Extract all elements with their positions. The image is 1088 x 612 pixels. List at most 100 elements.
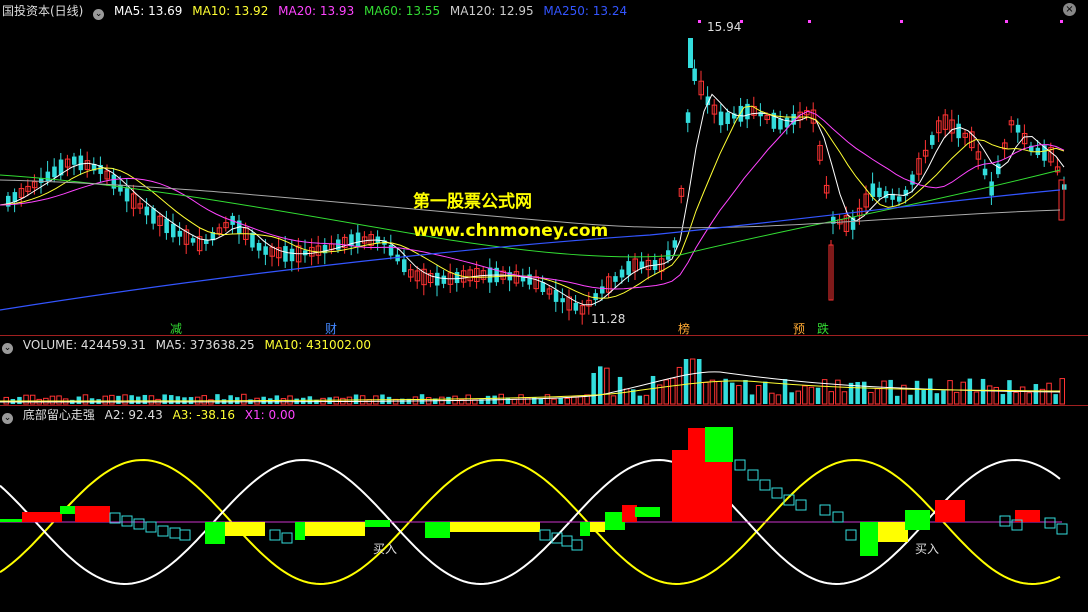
volume-bar bbox=[102, 395, 108, 405]
event-tag-fall[interactable]: 跌 bbox=[817, 320, 829, 337]
candle-body bbox=[666, 250, 671, 260]
volume-bar bbox=[973, 391, 980, 405]
volume-bar bbox=[947, 380, 953, 405]
ma5-line bbox=[0, 93, 1065, 306]
candle-body bbox=[171, 223, 176, 238]
volume-bar bbox=[670, 377, 676, 405]
candle-body bbox=[388, 244, 394, 256]
candle-body bbox=[600, 286, 605, 294]
candle-body bbox=[303, 250, 308, 256]
volume-bar bbox=[960, 381, 966, 405]
volume-bar bbox=[538, 398, 544, 404]
candle-body bbox=[256, 242, 262, 251]
indicator-bar bbox=[590, 522, 605, 532]
indicator-outline-bar bbox=[1044, 517, 1056, 529]
volume-bar bbox=[815, 387, 821, 404]
chart-canvas[interactable] bbox=[0, 0, 1088, 612]
candle-body bbox=[593, 293, 598, 301]
indicator-bar bbox=[225, 522, 265, 536]
ma10-line bbox=[0, 105, 1065, 299]
indicator-outline-bar bbox=[759, 479, 771, 491]
indicator-bar bbox=[0, 519, 22, 522]
candle-body bbox=[283, 246, 288, 262]
volume-bar bbox=[697, 359, 702, 404]
indicator-outline-bar bbox=[145, 521, 157, 533]
volume-bar bbox=[571, 396, 577, 405]
signal-dot bbox=[1060, 20, 1063, 23]
candle-body bbox=[441, 275, 447, 284]
indicator-outline-bar bbox=[561, 535, 573, 547]
candle-body bbox=[619, 269, 625, 278]
candle-body bbox=[688, 38, 693, 68]
volume-bar bbox=[683, 359, 689, 404]
indicator-bar bbox=[75, 506, 110, 522]
indicator-bar bbox=[635, 507, 660, 517]
volume-bar bbox=[934, 393, 940, 404]
volume-bar bbox=[808, 386, 815, 405]
volume-bar bbox=[228, 395, 233, 404]
volume-bar bbox=[921, 389, 926, 404]
candle-body bbox=[1015, 124, 1021, 133]
signal-dot bbox=[698, 20, 701, 23]
indicator-bar bbox=[580, 522, 590, 536]
volume-bar bbox=[23, 394, 29, 405]
volume-bar bbox=[241, 393, 247, 405]
volume-bar bbox=[980, 378, 986, 404]
event-tag-reduce[interactable]: 减 bbox=[170, 320, 182, 337]
indicator-outline-bar bbox=[133, 518, 145, 530]
candle-body bbox=[177, 230, 183, 237]
volume-bar bbox=[736, 385, 742, 405]
volume-bar bbox=[881, 380, 887, 405]
volume-bar bbox=[76, 396, 82, 404]
indicator-bar bbox=[622, 505, 637, 522]
volume-bar bbox=[201, 395, 207, 405]
event-tag-list[interactable]: 榜 bbox=[678, 320, 690, 337]
volume-bar bbox=[663, 379, 669, 405]
volume-bar bbox=[49, 395, 56, 405]
signal-dot bbox=[900, 20, 903, 23]
indicator-outline-bar bbox=[157, 525, 169, 537]
candle-body bbox=[144, 206, 150, 216]
volume-bar bbox=[564, 397, 570, 405]
candle-body bbox=[263, 246, 268, 255]
volume-bar bbox=[551, 398, 557, 405]
volume-bar bbox=[650, 375, 656, 404]
volume-bar bbox=[116, 395, 121, 404]
ma20-line bbox=[0, 110, 1065, 290]
candle-body bbox=[725, 112, 730, 124]
volume-bar bbox=[828, 391, 834, 405]
candle-body bbox=[996, 163, 1001, 175]
candle-body bbox=[72, 156, 77, 165]
volume-bar bbox=[986, 385, 993, 405]
event-tag-forecast[interactable]: 预 bbox=[793, 320, 805, 337]
volume-bar bbox=[175, 396, 181, 404]
volume-bar bbox=[558, 397, 563, 404]
volume-bar bbox=[749, 394, 755, 404]
buy-signal-label: 买入 bbox=[915, 542, 940, 556]
volume-bar bbox=[1019, 386, 1026, 405]
candle-body bbox=[250, 232, 255, 248]
volume-bar bbox=[841, 391, 848, 405]
signal-dot bbox=[808, 20, 811, 23]
indicator-outline-bar bbox=[795, 499, 807, 511]
indicator-outline-bar bbox=[121, 515, 133, 527]
volume-bar bbox=[268, 398, 273, 404]
volume-bar bbox=[967, 378, 973, 404]
volume-bar bbox=[82, 394, 89, 405]
volume-bar bbox=[689, 358, 696, 405]
volume-bar bbox=[802, 385, 808, 405]
indicator-bar bbox=[450, 522, 540, 532]
candle-body bbox=[78, 155, 84, 171]
volume-bar bbox=[598, 366, 603, 404]
volume-bar bbox=[755, 385, 762, 405]
candle-body bbox=[738, 105, 744, 122]
volume-bar bbox=[1053, 394, 1058, 404]
volume-bar bbox=[136, 396, 141, 404]
indicator-bar bbox=[60, 506, 75, 514]
candle-body bbox=[124, 188, 130, 202]
event-tag-finance[interactable]: 财 bbox=[325, 320, 337, 337]
candle-body bbox=[435, 272, 440, 286]
indicator-outline-bar bbox=[771, 487, 783, 499]
indicator-outline-bar bbox=[1056, 523, 1068, 535]
watermark-url: www.chnmoney.com bbox=[413, 221, 609, 241]
